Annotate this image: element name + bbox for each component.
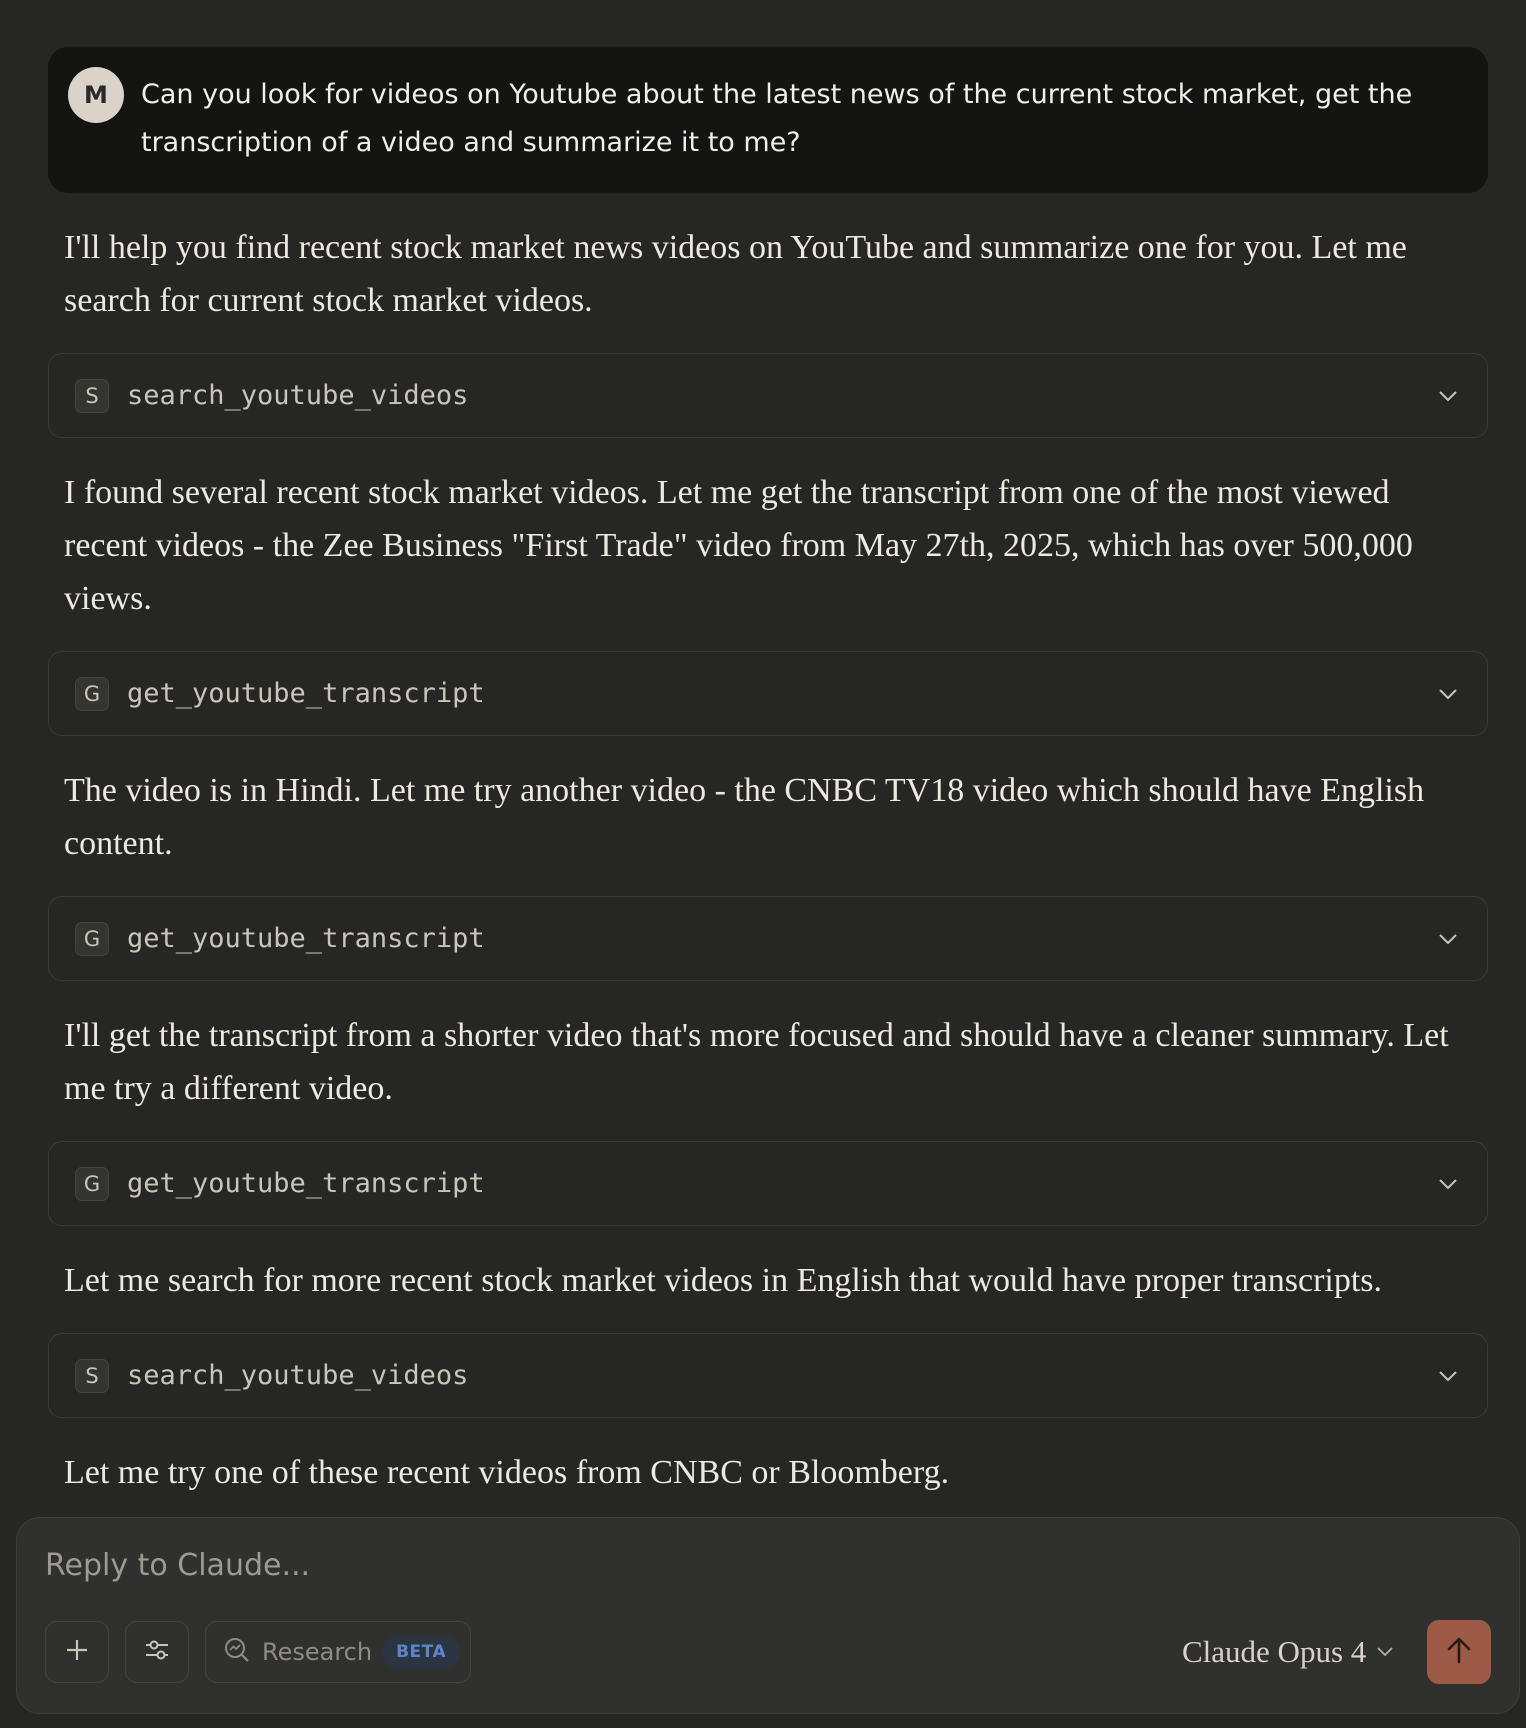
tool-name: get_youtube_transcript xyxy=(127,1168,485,1199)
assistant-text: I'll get the transcript from a shorter v… xyxy=(64,1017,1449,1107)
arrow-up-icon xyxy=(1445,1635,1473,1670)
send-button[interactable] xyxy=(1427,1620,1491,1684)
tool-name: search_youtube_videos xyxy=(127,380,469,411)
chevron-down-icon xyxy=(1376,1646,1394,1658)
chevron-down-icon[interactable] xyxy=(1437,1365,1459,1387)
model-label: Claude Opus 4 xyxy=(1182,1634,1367,1669)
tool-badge: G xyxy=(75,1166,109,1201)
tool-call-get-youtube-transcript[interactable]: G get_youtube_transcript xyxy=(48,1141,1488,1226)
user-message: M Can you look for videos on Youtube abo… xyxy=(48,47,1488,193)
plus-icon xyxy=(64,1637,90,1668)
tool-name: get_youtube_transcript xyxy=(127,923,485,954)
tool-badge: S xyxy=(75,1358,109,1393)
beta-badge: BETA xyxy=(382,1636,461,1668)
user-avatar[interactable]: M xyxy=(68,67,124,123)
reply-input[interactable] xyxy=(45,1548,1245,1583)
chevron-down-icon[interactable] xyxy=(1437,385,1459,407)
tools-settings-button[interactable] xyxy=(125,1621,189,1683)
tool-call-search-youtube-videos[interactable]: S search_youtube_videos xyxy=(48,1333,1488,1418)
tool-call-get-youtube-transcript[interactable]: G get_youtube_transcript xyxy=(48,896,1488,981)
chevron-down-icon[interactable] xyxy=(1437,928,1459,950)
assistant-text: I found several recent stock market vide… xyxy=(64,474,1413,617)
tool-badge: G xyxy=(75,921,109,956)
tool-badge: S xyxy=(75,378,109,413)
chevron-down-icon[interactable] xyxy=(1437,683,1459,705)
tool-call-get-youtube-transcript[interactable]: G get_youtube_transcript xyxy=(48,651,1488,736)
reply-composer: Research BETA Claude Opus 4 xyxy=(16,1517,1520,1714)
assistant-text: The video is in Hindi. Let me try anothe… xyxy=(64,772,1425,862)
assistant-text: I'll help you find recent stock market n… xyxy=(64,229,1407,319)
sliders-icon xyxy=(143,1637,171,1668)
model-selector[interactable]: Claude Opus 4 xyxy=(1182,1621,1394,1683)
assistant-text: Let me try one of these recent videos fr… xyxy=(64,1454,950,1491)
assistant-text: Let me search for more recent stock mark… xyxy=(64,1262,1383,1299)
add-attachment-button[interactable] xyxy=(45,1621,109,1683)
tool-badge: G xyxy=(75,676,109,711)
research-label: Research xyxy=(262,1638,373,1666)
tool-name: get_youtube_transcript xyxy=(127,678,485,709)
tool-name: search_youtube_videos xyxy=(127,1360,469,1391)
tool-call-search-youtube-videos[interactable]: S search_youtube_videos xyxy=(48,353,1488,438)
research-search-icon xyxy=(222,1635,252,1670)
conversation-thread: M Can you look for videos on Youtube abo… xyxy=(48,47,1488,1525)
user-message-text: Can you look for videos on Youtube about… xyxy=(141,79,1413,158)
chevron-down-icon[interactable] xyxy=(1437,1173,1459,1195)
research-button[interactable]: Research BETA xyxy=(205,1621,471,1683)
